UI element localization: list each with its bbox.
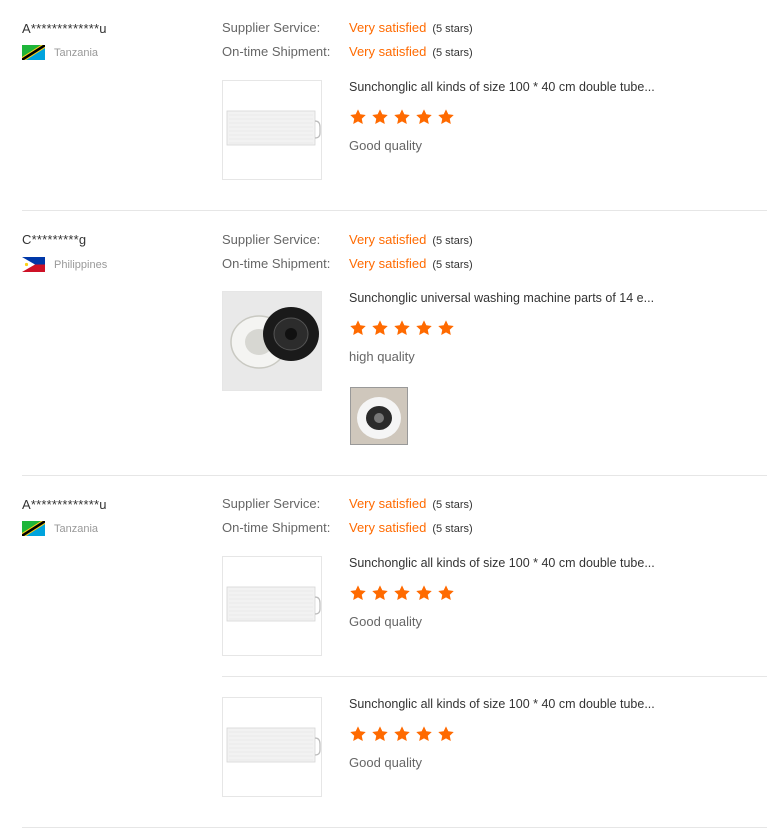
product-rating-stars xyxy=(349,584,455,602)
product-title-link[interactable]: Sunchonglic all kinds of size 100 * 40 c… xyxy=(349,80,655,94)
star-icon xyxy=(415,319,433,337)
star-icon xyxy=(393,319,411,337)
review-comment: high quality xyxy=(349,349,415,364)
reviewed-product: Sunchonglic universal washing machine pa… xyxy=(222,291,767,445)
review-comment: Good quality xyxy=(349,755,422,770)
star-icon xyxy=(371,584,389,602)
star-icon xyxy=(437,108,455,126)
star-icon xyxy=(437,319,455,337)
product-image[interactable] xyxy=(222,291,322,391)
review-divider xyxy=(22,210,767,211)
star-icon xyxy=(349,319,367,337)
review-comment: Good quality xyxy=(349,614,422,629)
star-icon xyxy=(393,725,411,743)
product-image[interactable] xyxy=(222,80,322,180)
ontime-shipment-rating: On-time Shipment: Very satisfied (5 stars) xyxy=(222,520,473,535)
product-divider xyxy=(222,676,767,677)
star-icon xyxy=(393,584,411,602)
product-title-link[interactable]: Sunchonglic universal washing machine pa… xyxy=(349,291,654,305)
star-icon xyxy=(371,725,389,743)
supplier-service-label: Supplier Service: xyxy=(222,496,321,511)
supplier-service-value: Very satisfied xyxy=(349,496,427,511)
country-name: Philippines xyxy=(54,258,108,271)
star-icon xyxy=(415,725,433,743)
star-icon xyxy=(371,108,389,126)
supplier-service-value: Very satisfied xyxy=(349,20,427,35)
star-icon xyxy=(349,725,367,743)
ontime-shipment-value: Very satisfied xyxy=(349,44,427,59)
supplier-service-label: Supplier Service: xyxy=(222,20,321,35)
star-icon xyxy=(349,108,367,126)
ontime-shipment-stars: (5 stars) xyxy=(432,259,473,271)
star-icon xyxy=(371,319,389,337)
ontime-shipment-label: On-time Shipment: xyxy=(222,256,331,271)
ontime-shipment-value: Very satisfied xyxy=(349,256,427,271)
review-photo-thumbnail[interactable] xyxy=(350,387,408,445)
review-divider xyxy=(22,827,767,828)
ontime-shipment-rating: On-time Shipment: Very satisfied (5 stars) xyxy=(222,44,473,59)
buyer-name: C*********g xyxy=(22,232,87,247)
product-title-link[interactable]: Sunchonglic all kinds of size 100 * 40 c… xyxy=(349,697,655,711)
supplier-service-rating: Supplier Service: Very satisfied (5 stars) xyxy=(222,20,473,35)
review-comment: Good quality xyxy=(349,138,422,153)
supplier-service-rating: Supplier Service: Very satisfied (5 stars) xyxy=(222,232,473,247)
supplier-service-rating: Supplier Service: Very satisfied (5 stars) xyxy=(222,496,473,511)
ontime-shipment-label: On-time Shipment: xyxy=(222,520,331,535)
tanzania-flag-icon xyxy=(22,45,45,60)
star-icon xyxy=(349,584,367,602)
buyer-country: Tanzania xyxy=(22,521,98,536)
buyer-name: A*************u xyxy=(22,21,107,36)
buyer-country: Tanzania xyxy=(22,45,98,60)
product-rating-stars xyxy=(349,725,455,743)
star-icon xyxy=(393,108,411,126)
supplier-service-value: Very satisfied xyxy=(349,232,427,247)
product-image[interactable] xyxy=(222,697,322,797)
ontime-shipment-stars: (5 stars) xyxy=(432,47,473,59)
review-divider xyxy=(22,475,767,476)
product-image[interactable] xyxy=(222,556,322,656)
reviewed-product: Sunchonglic all kinds of size 100 * 40 c… xyxy=(222,697,767,797)
philippines-flag-icon xyxy=(22,257,45,272)
ontime-shipment-stars: (5 stars) xyxy=(432,523,473,535)
buyer-country: Philippines xyxy=(22,257,107,272)
supplier-service-stars: (5 stars) xyxy=(432,499,473,511)
star-icon xyxy=(415,108,433,126)
ontime-shipment-rating: On-time Shipment: Very satisfied (5 stars) xyxy=(222,256,473,271)
reviewed-product: Sunchonglic all kinds of size 100 * 40 c… xyxy=(222,80,767,180)
ontime-shipment-value: Very satisfied xyxy=(349,520,427,535)
product-title-link[interactable]: Sunchonglic all kinds of size 100 * 40 c… xyxy=(349,556,655,570)
supplier-service-label: Supplier Service: xyxy=(222,232,321,247)
star-icon xyxy=(437,584,455,602)
country-name: Tanzania xyxy=(54,46,99,59)
star-icon xyxy=(415,584,433,602)
supplier-service-stars: (5 stars) xyxy=(432,23,473,35)
ontime-shipment-label: On-time Shipment: xyxy=(222,44,331,59)
product-rating-stars xyxy=(349,319,455,337)
star-icon xyxy=(437,725,455,743)
buyer-name: A*************u xyxy=(22,497,107,512)
supplier-service-stars: (5 stars) xyxy=(432,235,473,247)
country-name: Tanzania xyxy=(54,522,99,535)
reviewed-product: Sunchonglic all kinds of size 100 * 40 c… xyxy=(222,556,767,656)
product-rating-stars xyxy=(349,108,455,126)
tanzania-flag-icon xyxy=(22,521,45,536)
